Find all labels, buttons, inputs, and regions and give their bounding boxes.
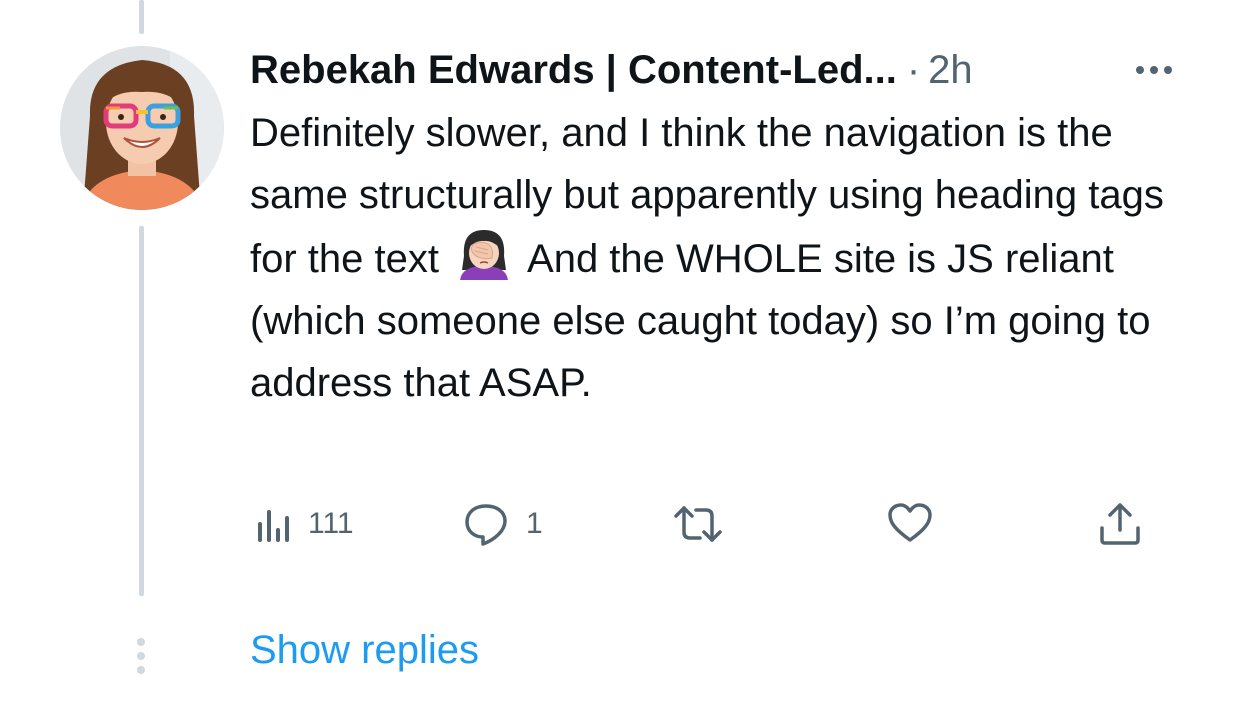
reply-count: 1 <box>526 507 543 540</box>
thread-line <box>139 226 144 596</box>
heart-icon <box>888 503 932 542</box>
retweet-icon <box>674 506 722 542</box>
views-button[interactable]: 111 <box>250 496 354 552</box>
retweet-button[interactable] <box>670 496 740 552</box>
share-icon <box>1100 503 1140 545</box>
tweet-timestamp[interactable]: 2h <box>928 48 973 93</box>
tweet-header: Rebekah Edwards | Content-Led... · 2h <box>250 44 973 96</box>
show-replies-link[interactable]: Show replies <box>250 628 479 673</box>
more-options-icon[interactable] <box>1126 60 1182 80</box>
reply-icon <box>465 504 507 546</box>
tweet-action-bar: 111 1 <box>250 496 1150 552</box>
like-button[interactable] <box>886 496 948 552</box>
tweet-text: Definitely slower, and I think the navig… <box>250 102 1210 414</box>
avatar-image <box>60 46 224 210</box>
reply-button[interactable]: 1 <box>462 496 543 552</box>
header-separator: · <box>906 47 921 92</box>
thread-collapsed-dots-icon <box>134 636 148 676</box>
avatar[interactable] <box>60 46 224 210</box>
author-name[interactable]: Rebekah Edwards | Content-Led... <box>250 48 897 93</box>
share-button[interactable] <box>1096 496 1144 552</box>
views-chart-icon <box>258 510 289 542</box>
woman-facepalming-icon <box>454 226 514 280</box>
views-count: 111 <box>308 507 354 540</box>
thread-line-top <box>139 0 144 34</box>
